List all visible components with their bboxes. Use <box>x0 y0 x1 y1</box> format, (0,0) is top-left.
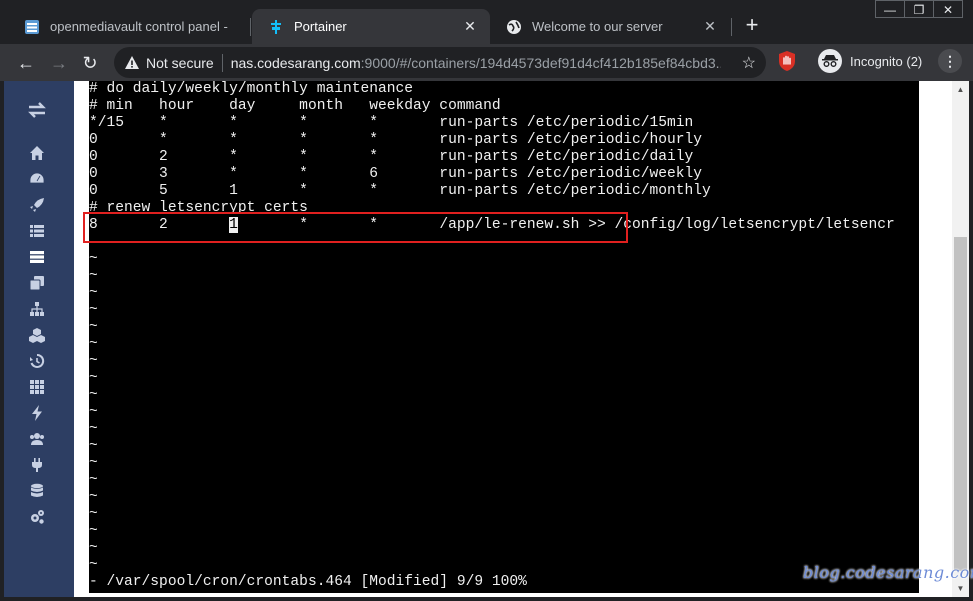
highlight-annotation-box <box>83 212 628 243</box>
back-button[interactable]: ← <box>12 49 40 77</box>
incognito-label: Incognito (2) <box>850 53 923 69</box>
security-label: Not secure <box>146 54 214 71</box>
bolt-icon[interactable] <box>28 404 46 422</box>
extension-hand-icon[interactable] <box>777 50 797 72</box>
tilde-line: ~ <box>89 370 98 386</box>
tilde-line: ~ <box>89 540 98 556</box>
terminal-line: 0 * * * * run-parts /etc/periodic/hourly <box>89 132 703 148</box>
tilde-line: ~ <box>89 506 98 522</box>
rocket-icon[interactable] <box>28 196 46 214</box>
scroll-down-arrow-icon[interactable]: ▼ <box>952 580 969 597</box>
tab-title: Welcome to our server <box>532 19 663 34</box>
terminal-line: 0 3 * * 6 run-parts /etc/periodic/weekly <box>89 166 703 182</box>
tab-openmediavault[interactable]: openmediavault control panel - <box>8 9 248 44</box>
portainer-icon <box>268 19 284 35</box>
home-icon[interactable] <box>28 144 46 162</box>
terminal-line: */15 * * * * run-parts /etc/periodic/15m… <box>89 115 694 131</box>
url-path: :9000/#/containers/194d4573def91d4cf412b… <box>360 54 721 71</box>
scroll-up-arrow-icon[interactable]: ▲ <box>952 81 969 98</box>
sitemap-icon[interactable] <box>28 300 46 318</box>
window-frame-right <box>969 81 973 601</box>
dashboard-icon[interactable] <box>28 170 46 188</box>
browser-menu-button[interactable]: ⋮ <box>938 49 962 73</box>
url-text[interactable]: nas.codesarang.com:9000/#/containers/194… <box>231 55 721 71</box>
tilde-line: ~ <box>89 336 98 352</box>
tilde-line: ~ <box>89 472 98 488</box>
tilde-line: ~ <box>89 251 98 267</box>
watermark: blog.codesarang.com <box>803 563 973 582</box>
warning-icon[interactable] <box>124 55 140 71</box>
tab-title: openmediavault control panel - <box>50 19 228 34</box>
grid-icon[interactable] <box>28 378 46 396</box>
terminal-line: 0 5 1 * * run-parts /etc/periodic/monthl… <box>89 183 711 199</box>
list-icon[interactable] <box>28 222 46 240</box>
tab-title: Portainer <box>294 19 347 34</box>
bookmark-star-icon[interactable]: ☆ <box>742 53 756 73</box>
portainer-sidebar <box>4 81 74 597</box>
database-icon[interactable] <box>28 482 46 500</box>
reload-button[interactable]: ↻ <box>76 49 104 77</box>
minimize-button[interactable]: — <box>875 0 905 18</box>
new-tab-button[interactable]: + <box>740 14 764 38</box>
maximize-button[interactable]: ❐ <box>904 0 934 18</box>
omnibox-divider <box>221 53 223 72</box>
plug-icon[interactable] <box>28 456 46 474</box>
close-tab-icon[interactable]: ✕ <box>460 18 480 35</box>
copy-icon[interactable] <box>28 274 46 292</box>
cogs-icon[interactable] <box>28 508 46 526</box>
tilde-line: ~ <box>89 421 98 437</box>
history-icon[interactable] <box>28 352 46 370</box>
server-icon[interactable] <box>28 248 46 266</box>
terminal-console[interactable]: # do daily/weekly/monthly maintenance # … <box>89 81 919 593</box>
page-scrollbar[interactable]: ▲ ▼ <box>952 81 969 597</box>
window-controls: — ❐ ✕ <box>875 0 963 18</box>
close-tab-icon[interactable]: ✕ <box>700 18 720 35</box>
close-window-button[interactable]: ✕ <box>933 0 963 18</box>
scrollbar-thumb[interactable] <box>954 237 967 571</box>
cubes-icon[interactable] <box>28 326 46 344</box>
tilde-line: ~ <box>89 285 98 301</box>
address-bar[interactable]: Not secure nas.codesarang.com:9000/#/con… <box>114 47 766 78</box>
tilde-line: ~ <box>89 404 98 420</box>
incognito-indicator[interactable]: Incognito (2) <box>818 48 922 74</box>
tilde-line: ~ <box>89 557 98 573</box>
tilde-line: ~ <box>89 319 98 335</box>
url-host: nas.codesarang.com <box>230 54 361 71</box>
tilde-line: ~ <box>89 455 98 471</box>
tab-portainer[interactable]: Portainer ✕ <box>252 9 490 44</box>
forward-button[interactable]: → <box>45 49 73 77</box>
omv-icon <box>24 19 40 35</box>
globe-icon <box>506 19 522 35</box>
tab-welcome[interactable]: Welcome to our server ✕ <box>490 9 730 44</box>
tilde-line: ~ <box>89 523 98 539</box>
users-icon[interactable] <box>28 430 46 448</box>
terminal-line: # min hour day month weekday command <box>89 98 501 114</box>
tilde-line: ~ <box>89 302 98 318</box>
tab-strip: openmediavault control panel - Portainer… <box>0 0 973 44</box>
tab-separator <box>731 18 732 36</box>
swap-icon[interactable] <box>27 101 47 119</box>
tilde-line: ~ <box>89 353 98 369</box>
vi-status-line: - /var/spool/cron/crontabs.464 [Modified… <box>89 574 527 590</box>
tilde-line: ~ <box>89 387 98 403</box>
tilde-line: ~ <box>89 438 98 454</box>
window-frame-left <box>0 81 4 601</box>
tilde-line: ~ <box>89 489 98 505</box>
terminal-line: # do daily/weekly/monthly maintenance <box>89 81 414 97</box>
terminal-line: 0 2 * * * run-parts /etc/periodic/daily <box>89 149 694 165</box>
incognito-icon <box>818 49 842 73</box>
tab-separator <box>250 18 251 36</box>
tilde-line: ~ <box>89 268 98 284</box>
window-frame-bottom <box>0 597 973 601</box>
